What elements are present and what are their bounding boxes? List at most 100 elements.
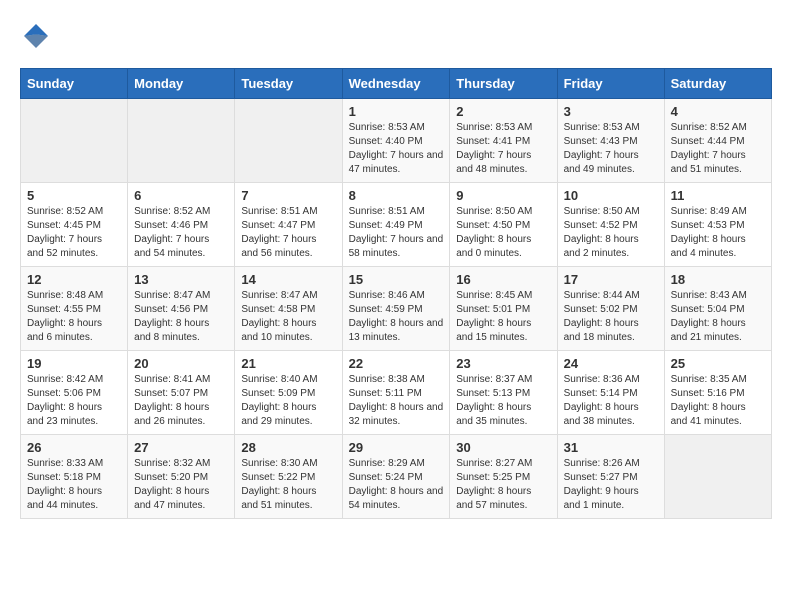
weekday-header-monday: Monday [128, 69, 235, 99]
day-number: 8 [349, 188, 444, 203]
weekday-header-wednesday: Wednesday [342, 69, 450, 99]
day-info: Sunrise: 8:53 AM Sunset: 4:43 PM Dayligh… [564, 121, 658, 177]
day-info: Sunrise: 8:44 AM Sunset: 5:02 PM Dayligh… [564, 289, 658, 345]
day-info: Sunrise: 8:53 AM Sunset: 4:41 PM Dayligh… [456, 121, 550, 177]
calendar-week-row: 26 Sunrise: 8:33 AM Sunset: 5:18 PM Dayli… [21, 435, 772, 519]
day-info: Sunrise: 8:49 AM Sunset: 4:53 PM Dayligh… [671, 205, 765, 261]
day-number: 30 [456, 440, 550, 455]
day-number: 23 [456, 356, 550, 371]
day-number: 15 [349, 272, 444, 287]
day-number: 19 [27, 356, 121, 371]
day-number: 28 [241, 440, 335, 455]
day-info: Sunrise: 8:52 AM Sunset: 4:44 PM Dayligh… [671, 121, 765, 177]
day-number: 9 [456, 188, 550, 203]
calendar-day-cell [664, 435, 771, 519]
day-info: Sunrise: 8:26 AM Sunset: 5:27 PM Dayligh… [564, 457, 658, 513]
day-number: 12 [27, 272, 121, 287]
day-number: 29 [349, 440, 444, 455]
calendar-week-row: 1Sunrise: 8:53 AM Sunset: 4:40 PM Daylig… [21, 99, 772, 183]
day-number: 24 [564, 356, 658, 371]
day-number: 27 [134, 440, 228, 455]
day-number: 17 [564, 272, 658, 287]
day-info: Sunrise: 8:50 AM Sunset: 4:52 PM Dayligh… [564, 205, 658, 261]
day-number: 2 [456, 104, 550, 119]
day-number: 18 [671, 272, 765, 287]
day-number: 26 [27, 440, 121, 455]
calendar-day-cell: 4 Sunrise: 8:52 AM Sunset: 4:44 PM Daylig… [664, 99, 771, 183]
day-info: Sunrise: 8:53 AM Sunset: 4:40 PM Dayligh… [349, 121, 444, 177]
day-number: 10 [564, 188, 658, 203]
calendar-day-cell: 6Sunrise: 8:52 AM Sunset: 4:46 PM Daylig… [128, 183, 235, 267]
day-info: Sunrise: 8:40 AM Sunset: 5:09 PM Dayligh… [241, 373, 335, 429]
calendar-day-cell: 9 Sunrise: 8:50 AM Sunset: 4:50 PM Daylig… [450, 183, 557, 267]
calendar-day-cell: 13 Sunrise: 8:47 AM Sunset: 4:56 PM Dayli… [128, 267, 235, 351]
calendar-day-cell: 22 Sunrise: 8:38 AM Sunset: 5:11 PM Dayli… [342, 351, 450, 435]
day-number: 13 [134, 272, 228, 287]
day-info: Sunrise: 8:29 AM Sunset: 5:24 PM Dayligh… [349, 457, 444, 513]
weekday-header-saturday: Saturday [664, 69, 771, 99]
calendar-day-cell: 26 Sunrise: 8:33 AM Sunset: 5:18 PM Dayli… [21, 435, 128, 519]
logo-icon [20, 20, 52, 52]
weekday-header-row: SundayMondayTuesdayWednesdayThursdayFrid… [21, 69, 772, 99]
day-info: Sunrise: 8:45 AM Sunset: 5:01 PM Dayligh… [456, 289, 550, 345]
calendar-day-cell: 10 Sunrise: 8:50 AM Sunset: 4:52 PM Dayli… [557, 183, 664, 267]
calendar-day-cell: 3Sunrise: 8:53 AM Sunset: 4:43 PM Daylig… [557, 99, 664, 183]
day-info: Sunrise: 8:51 AM Sunset: 4:49 PM Dayligh… [349, 205, 444, 261]
day-info: Sunrise: 8:32 AM Sunset: 5:20 PM Dayligh… [134, 457, 228, 513]
calendar-day-cell [128, 99, 235, 183]
logo [20, 20, 56, 52]
calendar-day-cell: 27 Sunrise: 8:32 AM Sunset: 5:20 PM Dayli… [128, 435, 235, 519]
day-number: 31 [564, 440, 658, 455]
calendar-day-cell: 11Sunrise: 8:49 AM Sunset: 4:53 PM Dayli… [664, 183, 771, 267]
calendar-day-cell: 31 Sunrise: 8:26 AM Sunset: 5:27 PM Dayli… [557, 435, 664, 519]
calendar-day-cell: 19Sunrise: 8:42 AM Sunset: 5:06 PM Dayli… [21, 351, 128, 435]
weekday-header-sunday: Sunday [21, 69, 128, 99]
day-info: Sunrise: 8:41 AM Sunset: 5:07 PM Dayligh… [134, 373, 228, 429]
calendar-week-row: 12Sunrise: 8:48 AM Sunset: 4:55 PM Dayli… [21, 267, 772, 351]
weekday-header-thursday: Thursday [450, 69, 557, 99]
calendar-day-cell: 21 Sunrise: 8:40 AM Sunset: 5:09 PM Dayli… [235, 351, 342, 435]
day-number: 21 [241, 356, 335, 371]
day-info: Sunrise: 8:46 AM Sunset: 4:59 PM Dayligh… [349, 289, 444, 345]
day-info: Sunrise: 8:47 AM Sunset: 4:58 PM Dayligh… [241, 289, 335, 345]
day-number: 14 [241, 272, 335, 287]
day-number: 7 [241, 188, 335, 203]
calendar-day-cell: 15 Sunrise: 8:46 AM Sunset: 4:59 PM Dayli… [342, 267, 450, 351]
calendar-day-cell: 20Sunrise: 8:41 AM Sunset: 5:07 PM Dayli… [128, 351, 235, 435]
calendar-week-row: 5 Sunrise: 8:52 AM Sunset: 4:45 PM Daylig… [21, 183, 772, 267]
day-info: Sunrise: 8:30 AM Sunset: 5:22 PM Dayligh… [241, 457, 335, 513]
day-info: Sunrise: 8:33 AM Sunset: 5:18 PM Dayligh… [27, 457, 121, 513]
calendar-day-cell [235, 99, 342, 183]
page-header [20, 20, 772, 52]
calendar-day-cell: 5 Sunrise: 8:52 AM Sunset: 4:45 PM Daylig… [21, 183, 128, 267]
day-info: Sunrise: 8:52 AM Sunset: 4:45 PM Dayligh… [27, 205, 121, 261]
day-number: 16 [456, 272, 550, 287]
day-info: Sunrise: 8:47 AM Sunset: 4:56 PM Dayligh… [134, 289, 228, 345]
day-info: Sunrise: 8:50 AM Sunset: 4:50 PM Dayligh… [456, 205, 550, 261]
calendar-week-row: 19Sunrise: 8:42 AM Sunset: 5:06 PM Dayli… [21, 351, 772, 435]
calendar-day-cell: 23Sunrise: 8:37 AM Sunset: 5:13 PM Dayli… [450, 351, 557, 435]
calendar-day-cell: 14 Sunrise: 8:47 AM Sunset: 4:58 PM Dayli… [235, 267, 342, 351]
day-info: Sunrise: 8:38 AM Sunset: 5:11 PM Dayligh… [349, 373, 444, 429]
day-number: 6 [134, 188, 228, 203]
calendar-day-cell: 12Sunrise: 8:48 AM Sunset: 4:55 PM Dayli… [21, 267, 128, 351]
calendar-day-cell: 25 Sunrise: 8:35 AM Sunset: 5:16 PM Dayli… [664, 351, 771, 435]
calendar-day-cell: 2 Sunrise: 8:53 AM Sunset: 4:41 PM Daylig… [450, 99, 557, 183]
day-number: 4 [671, 104, 765, 119]
calendar-day-cell: 16 Sunrise: 8:45 AM Sunset: 5:01 PM Dayli… [450, 267, 557, 351]
day-info: Sunrise: 8:43 AM Sunset: 5:04 PM Dayligh… [671, 289, 765, 345]
calendar-day-cell: 18 Sunrise: 8:43 AM Sunset: 5:04 PM Dayli… [664, 267, 771, 351]
day-info: Sunrise: 8:51 AM Sunset: 4:47 PM Dayligh… [241, 205, 335, 261]
calendar-day-cell: 8 Sunrise: 8:51 AM Sunset: 4:49 PM Daylig… [342, 183, 450, 267]
calendar-day-cell [21, 99, 128, 183]
day-number: 25 [671, 356, 765, 371]
weekday-header-friday: Friday [557, 69, 664, 99]
day-number: 5 [27, 188, 121, 203]
calendar-day-cell: 29 Sunrise: 8:29 AM Sunset: 5:24 PM Dayli… [342, 435, 450, 519]
day-number: 22 [349, 356, 444, 371]
calendar-day-cell: 1Sunrise: 8:53 AM Sunset: 4:40 PM Daylig… [342, 99, 450, 183]
day-info: Sunrise: 8:35 AM Sunset: 5:16 PM Dayligh… [671, 373, 765, 429]
day-info: Sunrise: 8:27 AM Sunset: 5:25 PM Dayligh… [456, 457, 550, 513]
calendar-day-cell: 7 Sunrise: 8:51 AM Sunset: 4:47 PM Daylig… [235, 183, 342, 267]
weekday-header-tuesday: Tuesday [235, 69, 342, 99]
